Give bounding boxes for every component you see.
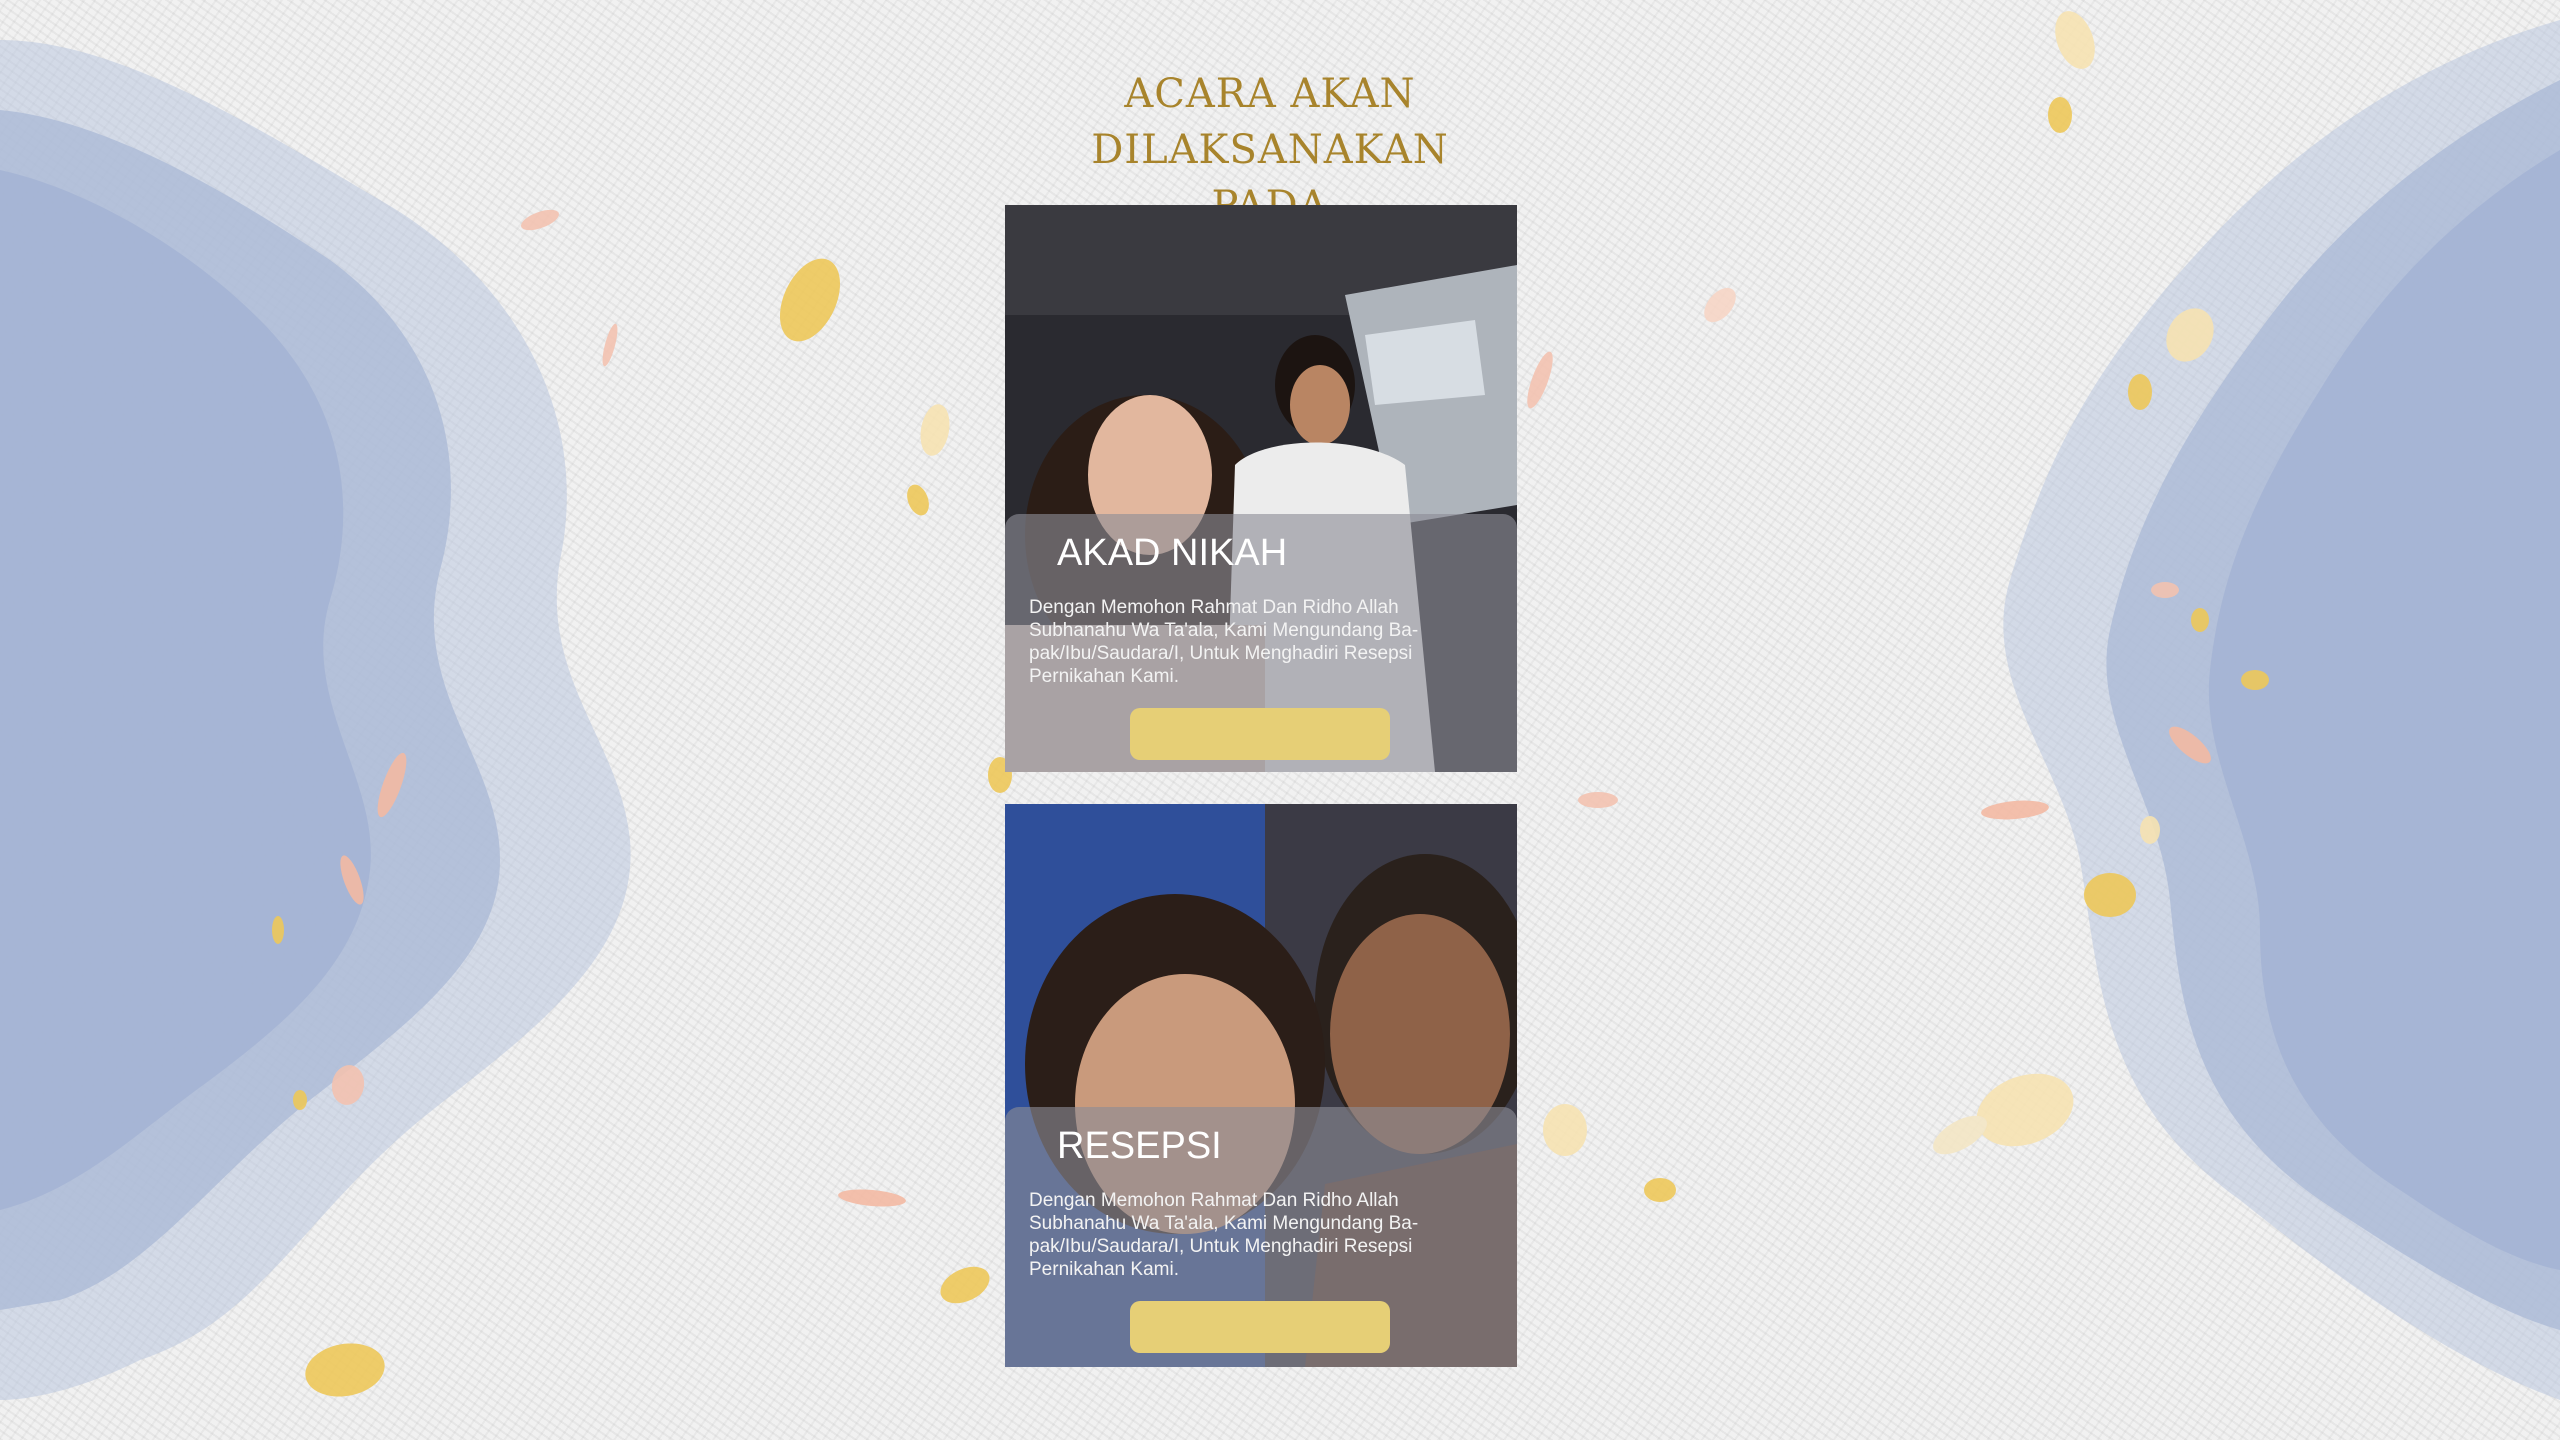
- petal-icon: [2151, 582, 2179, 598]
- petal-icon: [1981, 800, 2049, 820]
- petal-icon: [305, 1343, 385, 1397]
- petal-icon: [272, 916, 284, 944]
- petal-icon: [779, 258, 841, 342]
- petal-icon: [838, 1189, 906, 1207]
- petal-icon: [2191, 608, 2209, 632]
- event-info-panel: AKAD NIKAH Dengan Memohon Rahmat Dan Rid…: [1005, 514, 1517, 772]
- event-title: RESEPSI: [1057, 1125, 1222, 1167]
- event-title: AKAD NIKAH: [1057, 532, 1288, 574]
- petal-icon: [1644, 1178, 1676, 1202]
- petal-icon: [1704, 287, 1736, 323]
- petal-icon: [2241, 670, 2269, 690]
- petal-icon: [1527, 351, 1553, 409]
- event-detail-button[interactable]: [1130, 708, 1390, 760]
- petal-icon: [1976, 1073, 2074, 1147]
- event-description: Dengan Memohon Rahmat Dan Ridho Allah Su…: [1029, 1190, 1419, 1280]
- petal-icon: [2055, 11, 2095, 69]
- event-card-resepsi: RESEPSI Dengan Memohon Rahmat Dan Ridho …: [1005, 804, 1517, 1367]
- petal-icon: [2084, 873, 2136, 917]
- event-detail-button[interactable]: [1130, 1301, 1390, 1353]
- heading-line-1: ACARA AKAN DILAKSANAKAN: [1091, 71, 1449, 173]
- petal-icon: [940, 1266, 990, 1304]
- event-description: Dengan Memohon Rahmat Dan Ridho Allah Su…: [1029, 597, 1419, 687]
- event-info-panel: RESEPSI Dengan Memohon Rahmat Dan Ridho …: [1005, 1107, 1517, 1367]
- petal-icon: [1578, 792, 1618, 808]
- petal-icon: [2140, 816, 2160, 844]
- petal-icon: [602, 323, 618, 367]
- petal-icon: [521, 209, 559, 231]
- petal-icon: [2048, 97, 2072, 133]
- petal-icon: [907, 484, 929, 516]
- petal-icon: [1543, 1104, 1587, 1156]
- event-card-akad-nikah: AKAD NIKAH Dengan Memohon Rahmat Dan Rid…: [1005, 205, 1517, 772]
- petal-icon: [2128, 374, 2152, 410]
- petal-icon: [293, 1090, 307, 1110]
- petal-icon: [920, 404, 950, 456]
